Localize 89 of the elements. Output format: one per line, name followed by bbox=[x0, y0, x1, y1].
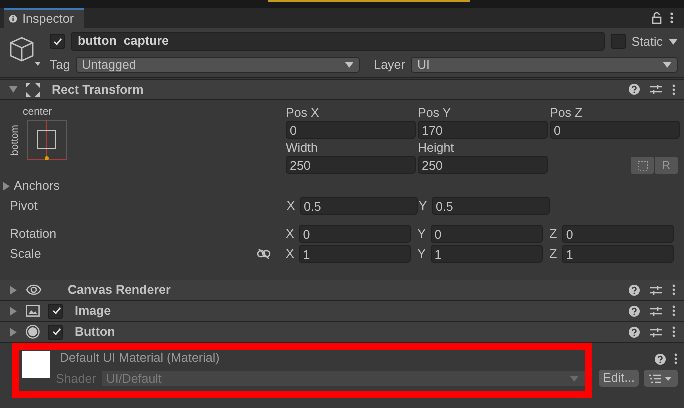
more-icon[interactable] bbox=[674, 353, 678, 365]
enabled-checkbox[interactable] bbox=[48, 324, 63, 340]
axis-label: Y bbox=[418, 199, 428, 213]
axis-label: X bbox=[285, 227, 296, 241]
check-icon bbox=[52, 327, 62, 337]
property-label: Scale bbox=[10, 247, 42, 261]
help-icon[interactable] bbox=[629, 326, 640, 338]
property-label: Pivot bbox=[10, 199, 39, 213]
active-checkbox[interactable] bbox=[50, 34, 65, 49]
blueprint-button[interactable] bbox=[631, 157, 654, 174]
caret-icon[interactable] bbox=[669, 38, 678, 44]
help-icon[interactable] bbox=[629, 284, 640, 296]
number-field[interactable]: 0 bbox=[562, 225, 674, 243]
dashed-square-icon bbox=[638, 160, 648, 170]
field-label: Height bbox=[418, 141, 456, 155]
check-icon bbox=[52, 306, 62, 316]
component-header[interactable]: Canvas Renderer bbox=[0, 280, 684, 301]
anchor-horizontal-label: center bbox=[23, 106, 54, 118]
axis-label: Z bbox=[548, 247, 558, 261]
info-icon bbox=[9, 13, 18, 25]
foldout-icon[interactable] bbox=[2, 182, 10, 190]
caret-icon bbox=[663, 62, 672, 68]
more-icon[interactable] bbox=[672, 305, 676, 317]
static-label: Static bbox=[632, 34, 663, 48]
help-icon[interactable] bbox=[629, 306, 640, 316]
list-dropdown-button[interactable] bbox=[644, 370, 678, 387]
number-field[interactable]: 0 bbox=[299, 225, 412, 243]
name-field[interactable]: button_capture bbox=[71, 32, 605, 51]
more-icon[interactable] bbox=[672, 326, 676, 338]
anchor-preset-icon[interactable] bbox=[27, 120, 67, 160]
field-label: Pos Z bbox=[550, 106, 584, 120]
more-icon[interactable] bbox=[670, 12, 674, 24]
sliders-icon[interactable] bbox=[650, 84, 662, 95]
number-field[interactable]: 1 bbox=[430, 245, 543, 263]
field-label: Pos X bbox=[286, 106, 320, 120]
number-field[interactable]: 250 bbox=[286, 156, 416, 174]
move-arrows-icon bbox=[26, 82, 40, 96]
property-label: Rotation bbox=[10, 227, 58, 241]
axis-label: Y bbox=[416, 247, 427, 261]
number-field[interactable]: 0 bbox=[550, 121, 680, 139]
number-field[interactable]: 1 bbox=[299, 245, 412, 263]
number-field[interactable]: 0.5 bbox=[300, 197, 418, 215]
unlinked-chain-icon[interactable] bbox=[257, 249, 272, 259]
foldout-icon[interactable] bbox=[9, 306, 18, 316]
more-icon[interactable] bbox=[672, 284, 676, 296]
anchor-vertical-label: bottom bbox=[10, 124, 21, 156]
number-field[interactable]: 0 bbox=[430, 225, 543, 243]
sliders-icon[interactable] bbox=[650, 306, 662, 316]
help-icon[interactable] bbox=[655, 354, 666, 364]
caret-icon bbox=[345, 62, 354, 68]
foldout-icon[interactable] bbox=[9, 328, 18, 336]
component-header[interactable]: Image bbox=[0, 301, 684, 322]
layer-dropdown[interactable]: UI bbox=[411, 56, 678, 72]
list-caret-icon bbox=[649, 374, 673, 384]
axis-label: X bbox=[286, 199, 296, 213]
edit-button[interactable]: Edit... bbox=[599, 370, 639, 387]
tag-dropdown[interactable]: Untagged bbox=[76, 56, 360, 72]
foldout-icon[interactable] bbox=[9, 286, 18, 294]
foldout-icon[interactable] bbox=[9, 85, 18, 94]
number-field[interactable]: 250 bbox=[418, 156, 548, 174]
static-checkbox[interactable] bbox=[610, 34, 626, 49]
number-field[interactable]: 0.5 bbox=[432, 197, 550, 215]
sliders-icon[interactable] bbox=[650, 284, 662, 296]
more-icon[interactable] bbox=[672, 84, 676, 96]
inspector-tab[interactable]: Inspector bbox=[4, 8, 84, 28]
check-icon bbox=[52, 36, 62, 46]
anchors-label: Anchors bbox=[14, 179, 61, 193]
sliders-icon[interactable] bbox=[650, 326, 662, 338]
layer-label: Layer bbox=[374, 58, 406, 72]
caret-icon bbox=[570, 376, 579, 382]
number-field[interactable]: 1 bbox=[562, 245, 674, 263]
help-icon[interactable] bbox=[629, 84, 640, 95]
eye-icon bbox=[26, 284, 42, 296]
axis-label: Z bbox=[548, 227, 558, 241]
axis-label: X bbox=[285, 247, 296, 261]
number-field[interactable]: 170 bbox=[418, 121, 548, 139]
component-header[interactable]: Button bbox=[0, 322, 684, 343]
field-label: Pos Y bbox=[418, 106, 452, 120]
axis-label: Y bbox=[416, 227, 427, 241]
field-label: Width bbox=[286, 141, 319, 155]
number-field[interactable]: 0 bbox=[286, 121, 416, 139]
enabled-checkbox[interactable] bbox=[48, 304, 63, 318]
lock-icon[interactable] bbox=[652, 12, 662, 24]
component-header[interactable]: Rect Transform bbox=[0, 79, 684, 100]
material-name: Default UI Material (Material) bbox=[60, 351, 221, 365]
material-preview bbox=[22, 351, 50, 378]
tag-label: Tag bbox=[50, 58, 70, 72]
radio-circle-icon bbox=[26, 325, 40, 339]
image-icon bbox=[26, 305, 40, 317]
